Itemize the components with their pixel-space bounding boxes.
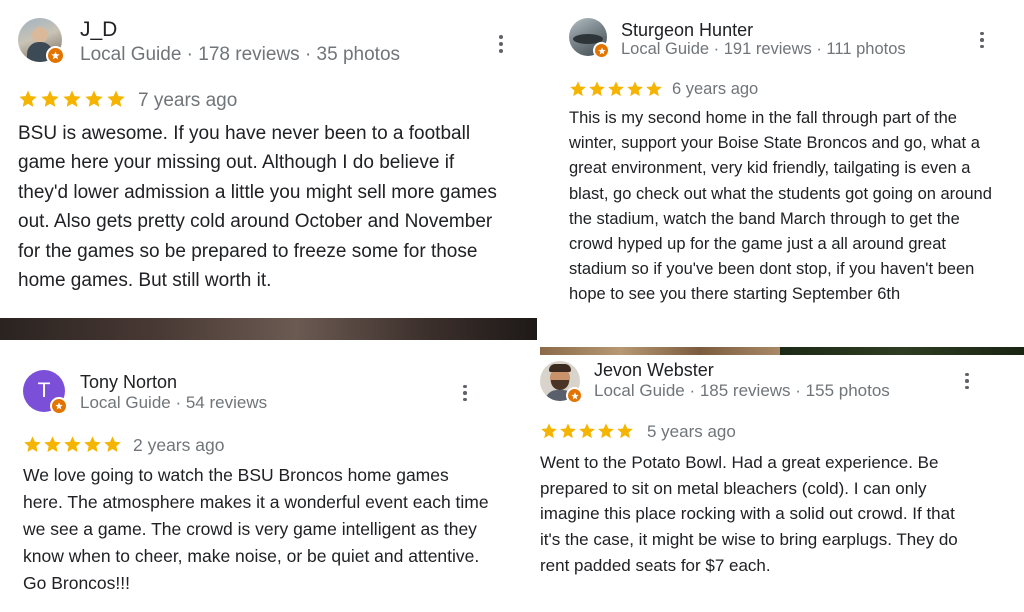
star-icon bbox=[570, 81, 586, 97]
star-icon bbox=[85, 90, 103, 107]
reviewer-name[interactable]: Tony Norton bbox=[80, 372, 177, 393]
star-icon bbox=[598, 423, 614, 439]
local-guide-badge-icon bbox=[46, 46, 65, 65]
star-icon bbox=[608, 81, 624, 97]
star-icon bbox=[646, 81, 662, 97]
reviewer-meta: Local Guide · 54 reviews bbox=[80, 393, 268, 412]
star-icon bbox=[19, 90, 37, 107]
photo-strip-left bbox=[0, 318, 537, 340]
star-icon bbox=[24, 436, 41, 453]
review-text: This is my second home in the fall throu… bbox=[569, 109, 992, 304]
reviewer-meta: Local Guide · 185 reviews · 155 photos bbox=[594, 381, 890, 400]
star-rating bbox=[569, 80, 663, 98]
photo-strip-right bbox=[540, 347, 780, 355]
review-card: Jevon Webster Local Guide · 185 reviews … bbox=[514, 355, 1024, 612]
reviewer-name[interactable]: J_D bbox=[80, 18, 117, 42]
star-icon bbox=[104, 436, 121, 453]
review-date: 2 years ago bbox=[133, 435, 225, 455]
review-date: 5 years ago bbox=[647, 422, 736, 441]
local-guide-badge-icon bbox=[566, 387, 583, 404]
star-icon bbox=[64, 436, 81, 453]
reviewer-meta: Local Guide · 178 reviews · 35 photos bbox=[80, 44, 401, 65]
star-icon bbox=[63, 90, 81, 107]
avatar-letter: T bbox=[37, 379, 51, 402]
avatar[interactable]: T bbox=[23, 370, 68, 415]
star-icon bbox=[627, 81, 643, 97]
review-text: BSU is awesome. If you have never been t… bbox=[18, 123, 497, 292]
star-rating bbox=[540, 422, 634, 440]
review-card: T Tony Norton Local Guide · 54 reviews 2… bbox=[0, 340, 511, 612]
review-card: J_D Local Guide · 178 reviews · 35 photo… bbox=[0, 0, 537, 318]
star-icon bbox=[107, 90, 125, 107]
star-icon bbox=[541, 423, 557, 439]
more-options-icon[interactable] bbox=[974, 28, 990, 52]
review-date: 7 years ago bbox=[138, 90, 238, 111]
local-guide-badge-icon bbox=[50, 397, 68, 415]
review-text: Went to the Potato Bowl. Had a great exp… bbox=[540, 453, 958, 575]
photo-strip-right-dark bbox=[780, 347, 1024, 355]
star-icon bbox=[560, 423, 576, 439]
reviewer-meta: Local Guide · 191 reviews · 111 photos bbox=[621, 40, 906, 58]
more-options-icon[interactable] bbox=[959, 369, 975, 393]
local-guide-badge-icon bbox=[593, 42, 610, 59]
star-icon bbox=[41, 90, 59, 107]
review-card: Sturgeon Hunter Local Guide · 191 review… bbox=[541, 0, 1024, 345]
reviewer-name[interactable]: Jevon Webster bbox=[594, 360, 714, 381]
star-icon bbox=[44, 436, 61, 453]
more-options-icon[interactable] bbox=[493, 32, 509, 56]
star-icon bbox=[617, 423, 633, 439]
avatar[interactable] bbox=[18, 18, 65, 65]
review-date: 6 years ago bbox=[672, 80, 759, 98]
avatar[interactable] bbox=[569, 18, 610, 59]
review-text: We love going to watch the BSU Broncos h… bbox=[23, 465, 489, 593]
star-rating bbox=[18, 89, 126, 109]
reviewer-name[interactable]: Sturgeon Hunter bbox=[621, 20, 753, 41]
star-icon bbox=[84, 436, 101, 453]
more-options-icon[interactable] bbox=[457, 381, 473, 405]
star-icon bbox=[579, 423, 595, 439]
avatar[interactable] bbox=[540, 361, 583, 404]
star-icon bbox=[589, 81, 605, 97]
star-rating bbox=[23, 435, 122, 454]
